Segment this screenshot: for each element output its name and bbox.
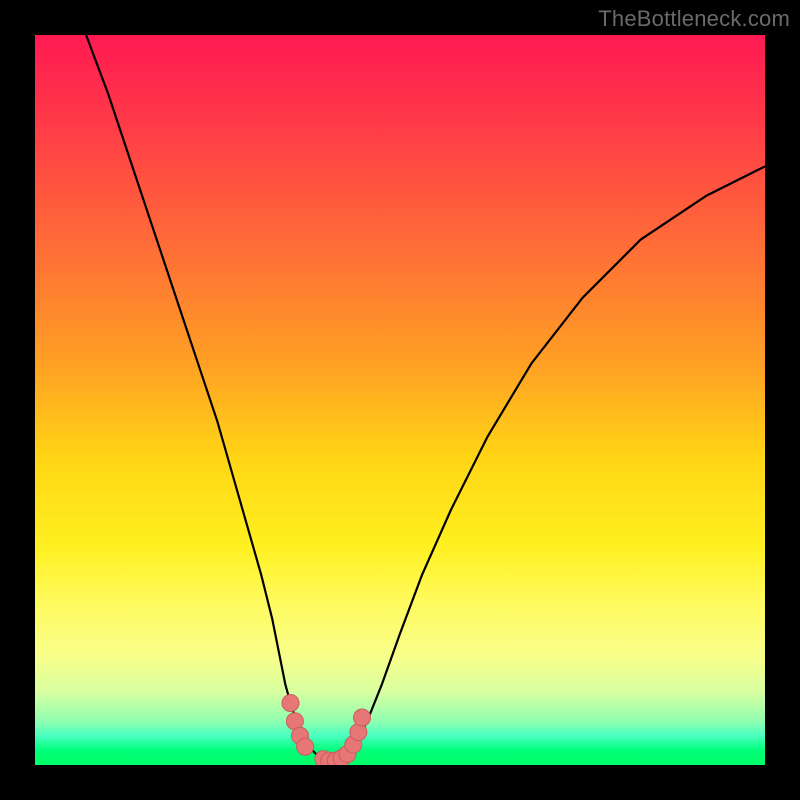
marker-point xyxy=(297,738,314,755)
highlight-markers xyxy=(282,694,371,765)
left-branch-curve xyxy=(86,35,327,761)
marker-point xyxy=(282,694,299,711)
plot-area xyxy=(35,35,765,765)
curve-layer xyxy=(35,35,765,765)
watermark-text: TheBottleneck.com xyxy=(598,6,790,32)
marker-point xyxy=(354,709,371,726)
right-branch-curve xyxy=(342,166,765,761)
chart-frame: TheBottleneck.com xyxy=(0,0,800,800)
